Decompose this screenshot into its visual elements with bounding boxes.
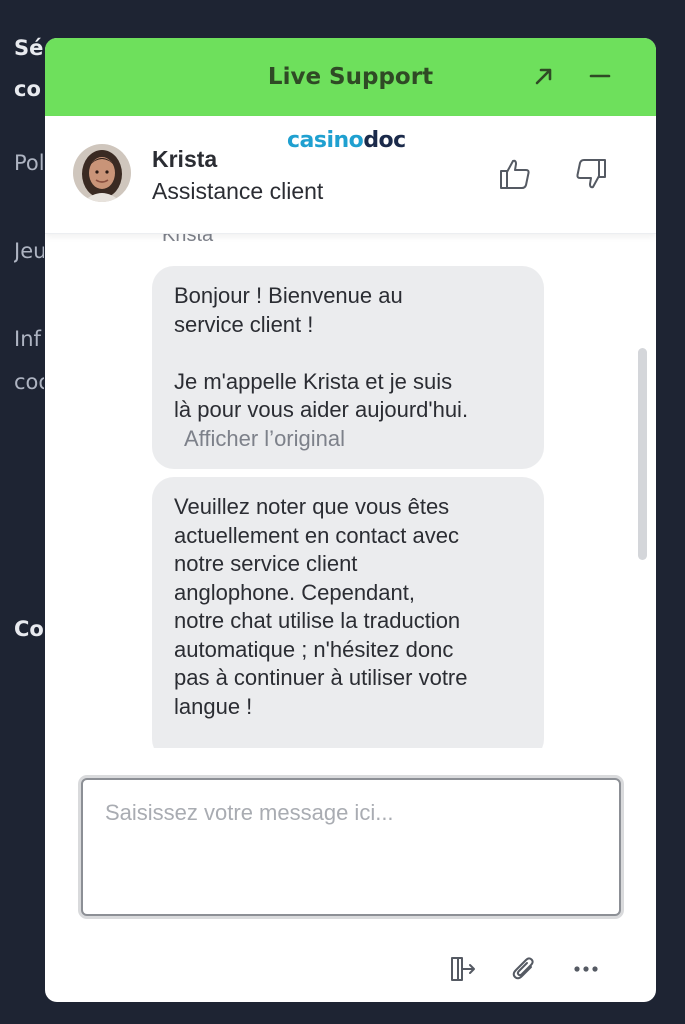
agent-role: Assistance client bbox=[152, 178, 324, 204]
bg-link-fragment[interactable]: Inf bbox=[14, 327, 44, 351]
brand-logo-part: doc bbox=[363, 128, 406, 153]
more-options-icon bbox=[574, 966, 598, 972]
message-sender-label: Krista bbox=[162, 234, 214, 246]
bg-link-fragment[interactable]: Pol bbox=[14, 151, 44, 175]
thumbs-down-icon bbox=[576, 159, 606, 189]
widget-header: Live Support bbox=[45, 38, 656, 116]
message-text-line: service client ! bbox=[174, 311, 314, 337]
message-text-line: anglophone. Cependant, bbox=[174, 579, 415, 605]
expand-icon bbox=[535, 68, 552, 85]
agent-avatar bbox=[73, 144, 131, 202]
message-text-line: Bonjour ! Bienvenue au bbox=[174, 283, 403, 308]
bg-heading-fragment: co bbox=[14, 77, 41, 101]
message-input[interactable] bbox=[83, 780, 619, 914]
brand-logo: casinodoc bbox=[287, 128, 406, 153]
message-bubble: Veuillez noter que vous êtes actuellemen… bbox=[152, 477, 544, 748]
show-original-link[interactable]: Afficher l’original bbox=[174, 425, 524, 454]
exit-chat-icon bbox=[451, 957, 475, 981]
bg-heading-fragment: Séc bbox=[14, 36, 44, 60]
brand-logo-part: casino bbox=[287, 128, 364, 153]
minimize-button[interactable] bbox=[584, 60, 616, 92]
thumbs-up-icon bbox=[500, 159, 530, 189]
message-text-line: automatique ; n'hésitez donc bbox=[174, 636, 454, 662]
rate-negative-button[interactable] bbox=[571, 154, 611, 194]
bg-link-fragment[interactable]: coo bbox=[14, 370, 44, 394]
message-scrollbar[interactable] bbox=[638, 348, 647, 560]
message-text-line: Je m'appelle Krista et je suis bbox=[174, 368, 453, 394]
agent-name: Krista bbox=[152, 146, 218, 172]
more-options-button[interactable] bbox=[569, 952, 603, 986]
live-support-widget: Live Support Krista Assistance client ca… bbox=[45, 38, 656, 1002]
bg-link-fragment[interactable]: Jeu bbox=[14, 239, 44, 263]
message-text-line: Veuillez noter que vous êtes bbox=[174, 494, 450, 519]
attach-file-button[interactable] bbox=[507, 952, 541, 986]
message-text-line: notre service client bbox=[174, 551, 358, 576]
widget-title: Live Support bbox=[267, 64, 434, 90]
message-text-line: actuellement en contact avec bbox=[174, 522, 459, 548]
message-bubble: Bonjour ! Bienvenue au service client ! … bbox=[152, 266, 544, 469]
exit-chat-button[interactable] bbox=[445, 952, 479, 986]
attachment-icon bbox=[512, 957, 534, 980]
message-text-line: notre chat utilise la traduction bbox=[174, 608, 461, 633]
message-text-line: pas à continuer à utiliser votre bbox=[174, 665, 468, 690]
agent-info-bar: Krista Assistance client casinodoc bbox=[45, 116, 656, 234]
message-list[interactable]: Krista Bonjour ! Bienvenue au service cl… bbox=[45, 234, 656, 748]
rate-positive-button[interactable] bbox=[495, 154, 535, 194]
message-composer bbox=[81, 778, 621, 916]
minimize-icon bbox=[589, 74, 611, 78]
bg-heading-fragment: Co bbox=[14, 617, 44, 641]
message-text-line: là pour vous aider aujourd'hui. bbox=[174, 397, 469, 422]
message-text-line: langue ! bbox=[174, 693, 253, 719]
expand-button[interactable] bbox=[528, 60, 560, 92]
